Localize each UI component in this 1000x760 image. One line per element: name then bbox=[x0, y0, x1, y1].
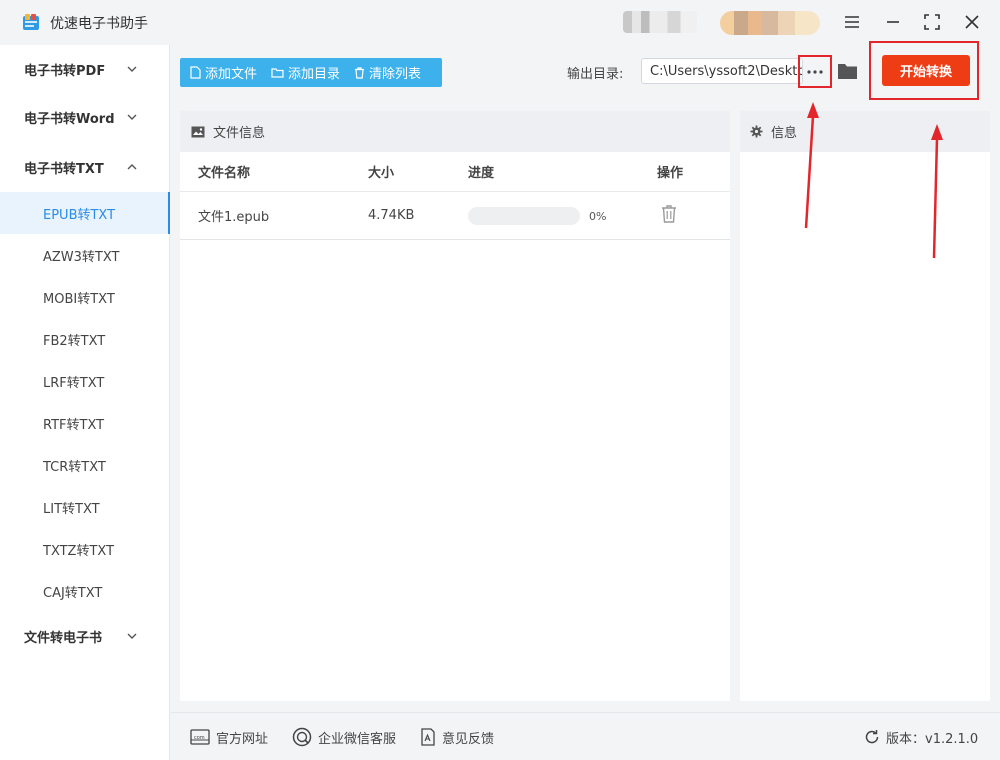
trash-icon bbox=[662, 205, 676, 223]
web-icon: com bbox=[190, 729, 210, 745]
browse-output-button[interactable] bbox=[798, 55, 832, 88]
svg-text:com: com bbox=[194, 735, 205, 741]
sidebar-item-lit-to-txt[interactable]: LIT转TXT bbox=[0, 486, 170, 528]
sidebar-item-label: TCR转TXT bbox=[43, 459, 106, 475]
wechat-support-link[interactable]: 企业微信客服 bbox=[292, 713, 396, 760]
sidebar-item-txtz-to-txt[interactable]: TXTZ转TXT bbox=[0, 528, 170, 570]
clear-list-label: 清除列表 bbox=[369, 67, 422, 82]
minimize-icon bbox=[887, 21, 899, 23]
sidebar-group-label: 电子书转PDF bbox=[24, 63, 106, 79]
file-list-panel: 文件信息 文件名称 大小 进度 操作 文件1.epub 4.74KB 0% bbox=[180, 111, 730, 701]
clear-list-button[interactable]: 清除列表 bbox=[354, 58, 421, 87]
sidebar-group-label: 电子书转Word bbox=[24, 111, 115, 127]
refresh-icon bbox=[865, 730, 879, 744]
sidebar-item-label: RTF转TXT bbox=[43, 417, 105, 433]
official-website-label: 官方网址 bbox=[216, 731, 269, 747]
sidebar-item-label: TXTZ转TXT bbox=[43, 543, 115, 559]
app-title: 优速电子书助手 bbox=[50, 16, 148, 32]
wechat-support-label: 企业微信客服 bbox=[318, 731, 397, 747]
menu-icon bbox=[845, 16, 859, 28]
title-bar: 优速电子书助手 bbox=[0, 0, 1000, 45]
add-directory-button[interactable]: 添加目录 bbox=[271, 58, 340, 87]
progress-bar bbox=[468, 207, 580, 225]
more-icon bbox=[807, 69, 823, 74]
column-name: 文件名称 bbox=[198, 166, 251, 181]
footer-bar: com 官方网址 企业微信客服 意见反馈 版本：v1.2.1.0 bbox=[171, 712, 1000, 760]
start-convert-button[interactable]: 开始转换 bbox=[882, 55, 970, 86]
sidebar-group-ebook-to-pdf[interactable]: 电子书转PDF bbox=[0, 45, 170, 93]
add-file-button[interactable]: 添加文件 bbox=[190, 58, 257, 87]
sidebar-item-label: AZW3转TXT bbox=[43, 249, 120, 265]
official-website-link[interactable]: com 官方网址 bbox=[190, 713, 268, 760]
chevron-down-icon bbox=[127, 114, 137, 120]
sidebar-item-caj-to-txt[interactable]: CAJ转TXT bbox=[0, 570, 170, 612]
sidebar-item-label: EPUB转TXT bbox=[43, 207, 116, 223]
column-action: 操作 bbox=[657, 166, 684, 181]
row-divider bbox=[180, 239, 730, 240]
folder-icon bbox=[271, 68, 284, 78]
sidebar-item-label: CAJ转TXT bbox=[43, 585, 103, 601]
app-logo-icon bbox=[23, 14, 39, 30]
image-icon bbox=[191, 126, 205, 137]
chevron-up-icon bbox=[127, 164, 137, 170]
add-directory-label: 添加目录 bbox=[288, 67, 341, 82]
sidebar-item-label: LIT转TXT bbox=[43, 501, 100, 517]
info-panel-header: 信息 bbox=[740, 111, 990, 152]
sidebar-group-label: 电子书转TXT bbox=[24, 161, 104, 177]
column-size: 大小 bbox=[368, 166, 395, 181]
minimize-button[interactable] bbox=[881, 10, 905, 34]
sidebar-item-lrf-to-txt[interactable]: LRF转TXT bbox=[0, 360, 170, 402]
sidebar-group-label: 文件转电子书 bbox=[24, 630, 103, 646]
sidebar-item-label: FB2转TXT bbox=[43, 333, 106, 349]
sidebar-item-rtf-to-txt[interactable]: RTF转TXT bbox=[0, 402, 170, 444]
file-icon bbox=[190, 66, 201, 79]
chevron-down-icon bbox=[127, 66, 137, 72]
sidebar-group-file-to-ebook[interactable]: 文件转电子书 bbox=[0, 612, 170, 660]
sidebar-group-ebook-to-word[interactable]: 电子书转Word bbox=[0, 93, 170, 141]
add-file-label: 添加文件 bbox=[205, 67, 258, 82]
output-directory-input[interactable] bbox=[641, 58, 803, 84]
sidebar-item-mobi-to-txt[interactable]: MOBI转TXT bbox=[0, 276, 170, 318]
gear-icon bbox=[750, 125, 763, 138]
file-size-cell: 4.74KB bbox=[368, 208, 415, 223]
sidebar-item-label: LRF转TXT bbox=[43, 375, 105, 391]
sidebar: 电子书转PDF 电子书转Word 电子书转TXT EPUB转TXT AZW3转T… bbox=[0, 45, 170, 760]
info-panel: 信息 bbox=[740, 111, 990, 701]
blurred-user-info bbox=[623, 11, 697, 33]
file-action-group: 添加文件 添加目录 清除列表 bbox=[180, 58, 442, 87]
maximize-icon bbox=[924, 14, 940, 30]
progress-text: 0% bbox=[589, 209, 607, 223]
sidebar-item-fb2-to-txt[interactable]: FB2转TXT bbox=[0, 318, 170, 360]
chevron-down-icon bbox=[127, 633, 137, 639]
output-directory-label: 输出目录: bbox=[567, 67, 624, 82]
close-icon bbox=[965, 15, 979, 29]
version-label: 版本：v1.2.1.0 bbox=[886, 731, 979, 747]
sidebar-item-epub-to-txt[interactable]: EPUB转TXT bbox=[0, 192, 170, 234]
sidebar-item-tcr-to-txt[interactable]: TCR转TXT bbox=[0, 444, 170, 486]
feedback-link[interactable]: 意见反馈 bbox=[420, 713, 494, 760]
file-name-cell: 文件1.epub bbox=[198, 210, 270, 225]
close-button[interactable] bbox=[960, 10, 984, 34]
delete-file-button[interactable] bbox=[660, 204, 678, 224]
sidebar-item-label: MOBI转TXT bbox=[43, 291, 115, 307]
trash-icon bbox=[355, 66, 365, 79]
column-progress: 进度 bbox=[468, 166, 495, 181]
feedback-icon bbox=[421, 728, 435, 746]
sidebar-group-ebook-to-txt[interactable]: 电子书转TXT bbox=[0, 143, 170, 191]
sidebar-item-azw3-to-txt[interactable]: AZW3转TXT bbox=[0, 234, 170, 276]
maximize-button[interactable] bbox=[920, 10, 944, 34]
open-folder-button[interactable] bbox=[837, 61, 859, 81]
start-convert-label: 开始转换 bbox=[899, 65, 952, 80]
chat-icon bbox=[292, 727, 312, 747]
menu-button[interactable] bbox=[840, 10, 864, 34]
file-panel-header: 文件信息 bbox=[180, 111, 730, 152]
version-info: 版本：v1.2.1.0 bbox=[864, 713, 978, 760]
info-panel-title: 信息 bbox=[771, 126, 798, 141]
feedback-label: 意见反馈 bbox=[442, 731, 495, 747]
file-panel-title: 文件信息 bbox=[213, 126, 266, 141]
blurred-account-badge bbox=[720, 11, 820, 35]
